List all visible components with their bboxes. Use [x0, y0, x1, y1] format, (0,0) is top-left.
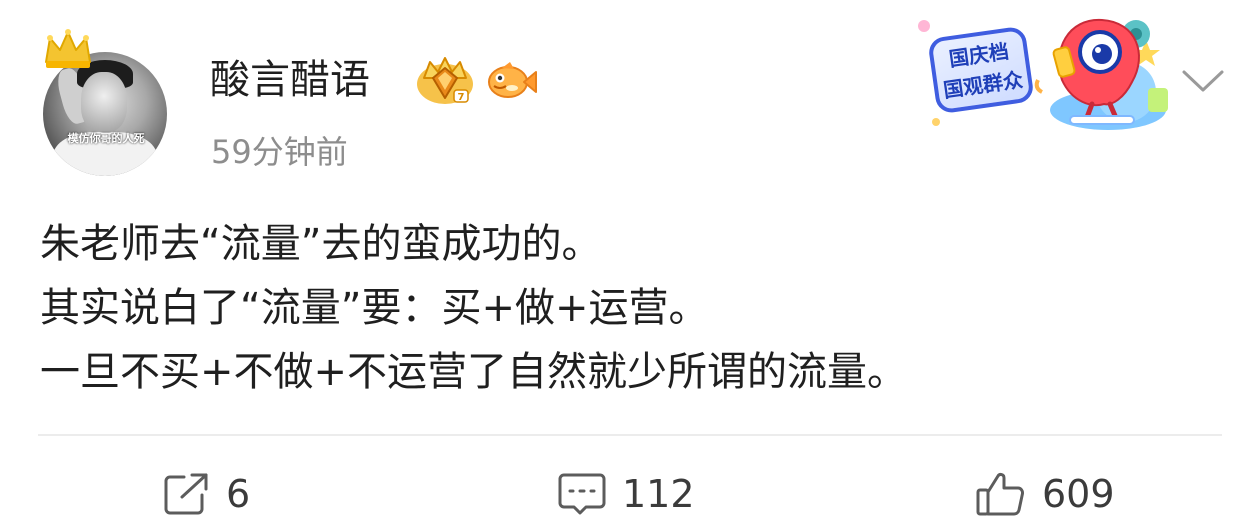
content-line-1: 朱老师去“流量”去的蛮成功的。 — [40, 221, 602, 267]
author-avatar-group[interactable]: 模仿你哥的人死 — [40, 28, 170, 178]
weibo-post-card: 模仿你哥的人死 酸言醋语 7 59分钟前 国庆档 国观群众 朱老师去“流量”去的… — [0, 0, 1260, 524]
repost-count: 6 — [226, 472, 251, 516]
comment-icon — [558, 473, 606, 515]
post-timestamp: 59分钟前 — [211, 133, 348, 171]
author-name[interactable]: 酸言醋语 — [210, 54, 370, 106]
chevron-down-icon[interactable] — [1180, 66, 1226, 96]
comment-count: 112 — [622, 472, 695, 516]
fish-badge-icon[interactable] — [486, 60, 538, 102]
content-line-2: 其实说白了“流量”要：买+做+运营。 — [40, 285, 709, 331]
vip-crown-badge-icon[interactable]: 7 — [414, 56, 476, 106]
holiday-banner[interactable]: 国庆档 国观群众 — [912, 10, 1170, 132]
svg-text:7: 7 — [458, 92, 465, 103]
like-button[interactable]: 609 — [974, 468, 1115, 520]
post-content: 朱老师去“流量”去的蛮成功的。 其实说白了“流量”要：买+做+运营。 一旦不买+… — [40, 212, 1220, 404]
banner-label: 国庆档 国观群众 — [927, 25, 1035, 115]
repost-button[interactable]: 6 — [162, 468, 250, 520]
share-icon — [164, 473, 208, 515]
divider — [38, 434, 1222, 436]
content-line-3: 一旦不买+不做+不运营了自然就少所谓的流量。 — [40, 349, 908, 395]
crown-icon — [45, 29, 91, 68]
mascot-icon — [1034, 18, 1140, 125]
like-count: 609 — [1042, 472, 1115, 516]
comment-button[interactable]: 112 — [556, 468, 695, 520]
thumbs-up-icon — [976, 472, 1024, 516]
avatar-caption: 模仿你哥的人死 — [67, 132, 145, 145]
